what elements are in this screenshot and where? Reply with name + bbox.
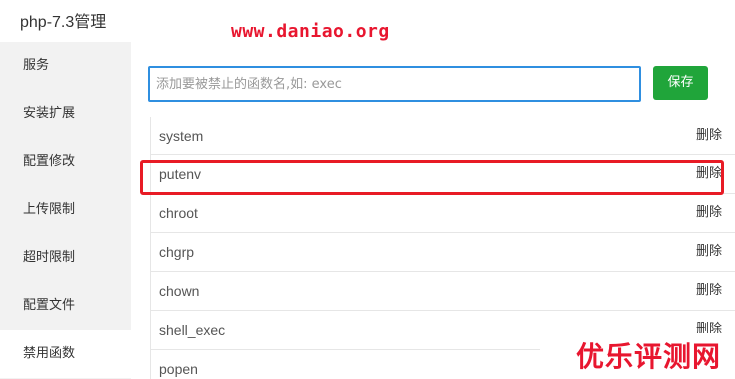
function-name: popen [159, 361, 198, 377]
sidebar-item-config-file[interactable]: 配置文件 [0, 282, 131, 330]
delete-link[interactable]: 删除 [696, 117, 722, 155]
sidebar-item-upload-limit[interactable]: 上传限制 [0, 186, 131, 234]
function-row-chgrp: chgrp 删除 [151, 233, 735, 272]
sidebar-item-timeout-limit[interactable]: 超时限制 [0, 234, 131, 282]
function-row-chown: chown 删除 [151, 272, 735, 311]
function-name: system [159, 128, 204, 144]
function-row-system: system 删除 [151, 117, 735, 155]
delete-link[interactable]: 删除 [696, 194, 722, 232]
watermark-url: www.daniao.org [231, 21, 390, 42]
delete-link[interactable]: 删除 [696, 272, 722, 310]
function-row-chroot: chroot 删除 [151, 194, 735, 233]
function-row-putenv: putenv 删除 [151, 155, 735, 194]
sidebar: 服务 安装扩展 配置修改 上传限制 超时限制 配置文件 禁用函数 [0, 42, 131, 379]
watermark-brand: 优乐评测网 [540, 333, 735, 379]
function-name-input[interactable] [150, 68, 639, 100]
delete-link[interactable]: 删除 [696, 233, 722, 271]
save-button[interactable]: 保存 [653, 66, 708, 100]
sidebar-item-service[interactable]: 服务 [0, 42, 131, 90]
function-input-box [148, 66, 641, 102]
sidebar-item-config-edit[interactable]: 配置修改 [0, 138, 131, 186]
sidebar-item-disabled-functions[interactable]: 禁用函数 [0, 330, 131, 378]
function-name: chgrp [159, 244, 195, 260]
function-name: putenv [159, 166, 202, 182]
function-name: chown [159, 283, 200, 299]
watermark-brand-text: 优乐评测网 [576, 340, 722, 373]
window-title: php-7.3管理 [20, 14, 107, 31]
sidebar-item-install-extensions[interactable]: 安装扩展 [0, 90, 131, 138]
function-name: shell_exec [159, 322, 226, 338]
delete-link[interactable]: 删除 [696, 155, 722, 193]
function-name: chroot [159, 205, 198, 221]
